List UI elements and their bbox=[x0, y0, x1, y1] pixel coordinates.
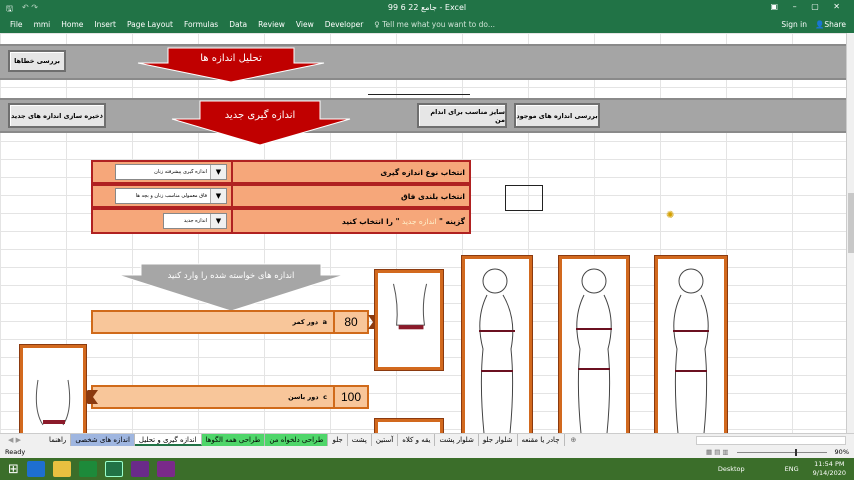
cell-border bbox=[368, 94, 470, 95]
sign-in-link[interactable]: Sign in bbox=[781, 20, 807, 29]
chevron-down-icon[interactable]: ▼ bbox=[210, 165, 226, 179]
windows-start-icon[interactable]: ⊞ bbox=[8, 462, 19, 477]
figure-partial bbox=[374, 418, 444, 433]
hip-value[interactable]: 100 bbox=[333, 387, 367, 407]
share-button[interactable]: 👤Share bbox=[815, 20, 846, 29]
worksheet-grid[interactable]: بررسی خطاها تحلیل اندازه ها ذخیره سازی ا… bbox=[0, 33, 846, 433]
analysis-arrow-label: تحلیل اندازه ها bbox=[200, 53, 262, 64]
body-figure-1 bbox=[461, 255, 533, 433]
body-figure-2 bbox=[558, 255, 630, 433]
tab-view[interactable]: View bbox=[296, 20, 314, 29]
app-icon-2[interactable] bbox=[156, 461, 175, 477]
ie-icon[interactable] bbox=[26, 461, 45, 477]
body-figure-3 bbox=[654, 255, 728, 433]
tab-review[interactable]: Review bbox=[258, 20, 285, 29]
view-buttons[interactable]: ▦ ▤ ▥ bbox=[706, 448, 729, 456]
sheet-tab-my-design[interactable]: طراحی دلخواه من bbox=[265, 434, 329, 446]
chevron-down-icon[interactable]: ▼ bbox=[210, 189, 226, 203]
vertical-scrollbar[interactable] bbox=[846, 33, 854, 433]
lang-indicator[interactable]: ENG bbox=[785, 465, 799, 473]
new-size-dropdown[interactable]: اندازه جدید ▼ bbox=[163, 213, 227, 229]
add-sheet-icon[interactable]: ⊕ bbox=[571, 436, 577, 444]
enter-arrow-label: اندازه های خواسته شده را وارد کنید bbox=[167, 271, 295, 281]
hip-label: دور باسن bbox=[288, 393, 319, 401]
sheet-tab-front[interactable]: جلو bbox=[328, 434, 348, 446]
sheet-tab-pants-front[interactable]: شلوار جلو bbox=[479, 434, 518, 446]
sheet-tab-measure-analysis[interactable]: اندازه گیری و تحلیل bbox=[134, 434, 202, 446]
person-icon: 👤 bbox=[815, 20, 825, 29]
tell-me-search[interactable]: ♀ Tell me what you want to do... bbox=[374, 20, 495, 29]
measure-type-label: انتخاب نوع اندازه گیری bbox=[380, 167, 465, 177]
rise-dropdown[interactable]: فاق معمولی مناسب زنان و بچه ها ▼ bbox=[115, 188, 227, 204]
desktop-toolbar[interactable]: Desktop bbox=[718, 465, 745, 473]
cursor-icon: ✺ bbox=[666, 210, 675, 221]
new-size-label: گزینه " اندازه جدید " را انتخاب کنید bbox=[341, 216, 465, 226]
rise-row: انتخاب بلندی فاق فاق معمولی مناسب زنان و… bbox=[91, 184, 471, 208]
analysis-band bbox=[0, 44, 846, 80]
sheet-tabs-bar: ◀ ▶ راهنما اندازه های شخصی اندازه گیری و… bbox=[0, 433, 854, 446]
tab-developer[interactable]: Developer bbox=[325, 20, 364, 29]
tab-mmi[interactable]: mmi bbox=[34, 20, 51, 29]
status-bar: Ready ▦ ▤ ▥ 90% bbox=[0, 446, 854, 458]
sheet-tab-all-patterns[interactable]: طراحی همه الگوها bbox=[201, 434, 266, 446]
waist-label: دور کمر bbox=[292, 318, 319, 326]
horizontal-scrollbar[interactable] bbox=[696, 435, 846, 445]
ribbon-tabs: File mmi Home Insert Page Layout Formula… bbox=[0, 16, 854, 33]
measure-type-row: انتخاب نوع اندازه گیری اندازه گیری پیشرف… bbox=[91, 160, 471, 184]
lightbulb-icon: ♀ bbox=[374, 20, 383, 29]
tab-home[interactable]: Home bbox=[61, 20, 83, 29]
tab-page-layout[interactable]: Page Layout bbox=[127, 20, 173, 29]
measure-type-dropdown[interactable]: اندازه گیری پیشرفته زنان ▼ bbox=[115, 164, 227, 180]
hip-figure bbox=[19, 344, 87, 433]
sheet-tab-back[interactable]: پشت bbox=[348, 434, 372, 446]
fit-size-button[interactable]: سایز مناسب برای اندام من bbox=[417, 103, 507, 128]
new-size-row: گزینه " اندازه جدید " را انتخاب کنید اند… bbox=[91, 208, 471, 234]
waist-figure bbox=[374, 269, 444, 371]
tab-insert[interactable]: Insert bbox=[94, 20, 116, 29]
app-icon[interactable] bbox=[130, 461, 149, 477]
sheet-tab-pants-back[interactable]: شلوار پشت bbox=[435, 434, 479, 446]
new-measure-arrow bbox=[171, 100, 351, 146]
tab-data[interactable]: Data bbox=[229, 20, 247, 29]
waist-value[interactable]: 80 bbox=[333, 312, 367, 332]
clock[interactable]: 11:54 PM 9/14/2020 bbox=[813, 460, 846, 478]
chevron-down-icon[interactable]: ▼ bbox=[210, 214, 226, 228]
measure-row-hip: 100 c دور باسن bbox=[91, 385, 369, 409]
new-measure-arrow-label: اندازه گیری جدید bbox=[224, 110, 296, 121]
status-ready: Ready bbox=[5, 448, 26, 456]
save-new-sizes-button[interactable]: ذخیره سازی اندازه های جدید bbox=[8, 103, 106, 128]
rise-label: انتخاب بلندی فاق bbox=[400, 191, 465, 201]
tab-scroll-arrows[interactable]: ◀ ▶ bbox=[0, 436, 45, 444]
selected-cell[interactable] bbox=[505, 185, 543, 211]
tab-file[interactable]: File bbox=[10, 20, 23, 29]
excel-icon[interactable] bbox=[104, 461, 123, 477]
window-controls[interactable]: ▣ – ▢ ✕ bbox=[771, 2, 846, 11]
title-bar: 🖫 ↶ ↷ 99 6 22 جامع - Excel ▣ – ▢ ✕ bbox=[0, 0, 854, 16]
analysis-arrow bbox=[137, 47, 325, 83]
explorer-icon[interactable] bbox=[52, 461, 71, 477]
sheet-tab-collar[interactable]: یقه و کلاه bbox=[398, 434, 436, 446]
window-title: 99 6 22 جامع - Excel bbox=[387, 3, 467, 12]
zoom-level[interactable]: 90% bbox=[835, 448, 849, 456]
zoom-slider[interactable] bbox=[736, 448, 827, 456]
sheet-tab-personal-sizes[interactable]: اندازه های شخصی bbox=[71, 434, 135, 446]
check-errors-button[interactable]: بررسی خطاها bbox=[8, 50, 66, 72]
sheet-tab-chador[interactable]: چادر یا مقنعه bbox=[518, 434, 565, 446]
store-icon[interactable] bbox=[78, 461, 97, 477]
sheet-tab-sleeve[interactable]: آستین bbox=[372, 434, 399, 446]
review-existing-button[interactable]: بررسی اندازه های موجود bbox=[514, 103, 600, 128]
tab-formulas[interactable]: Formulas bbox=[184, 20, 218, 29]
taskbar: ⊞ Desktop ENG 11:54 PM 9/14/2020 bbox=[0, 458, 854, 480]
sheet-tab-help[interactable]: راهنما bbox=[45, 434, 72, 446]
measure-row-waist: 80 a دور کمر bbox=[91, 310, 369, 334]
